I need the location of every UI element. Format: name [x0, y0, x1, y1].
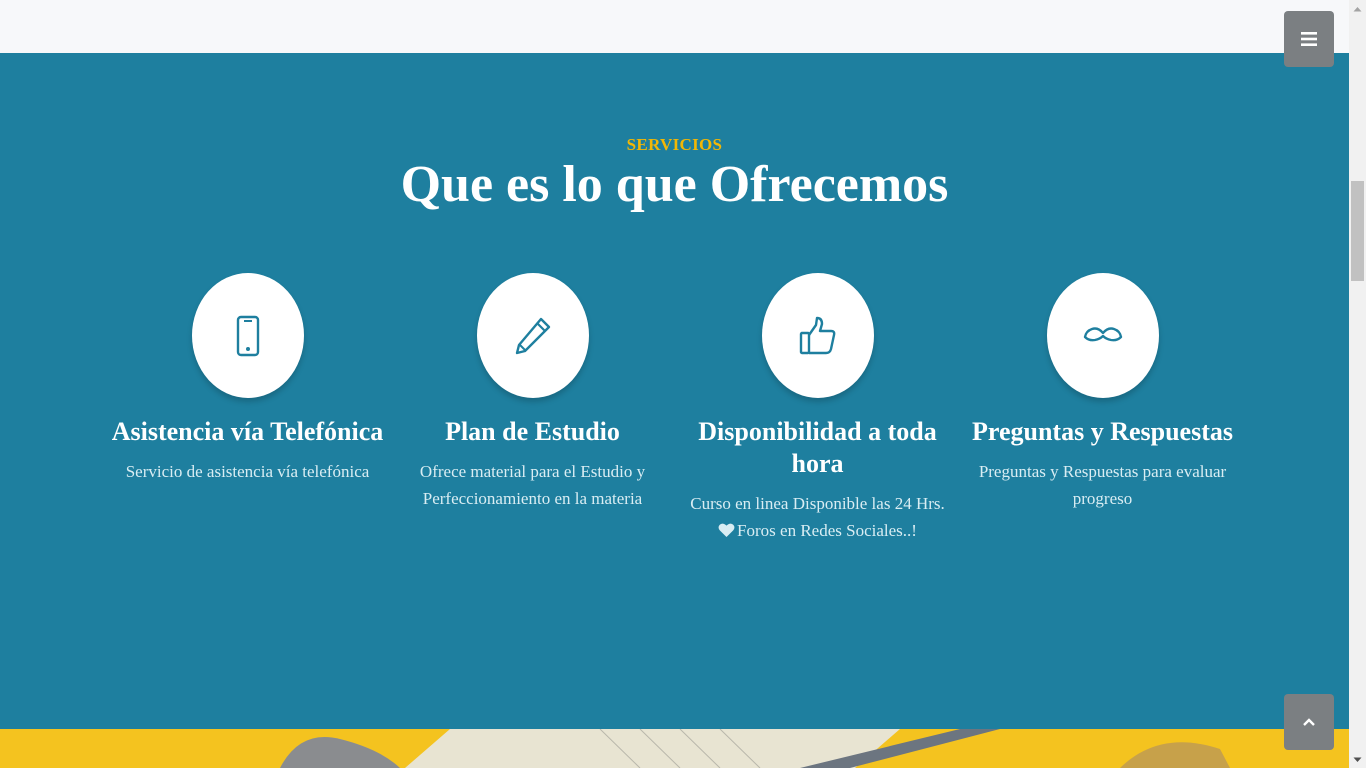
service-icon-circle: [1046, 273, 1159, 398]
service-description: Curso en linea Disponible las 24 Hrs. Fo…: [675, 490, 960, 544]
heart-icon: [718, 523, 735, 537]
hamburger-menu-icon: [1301, 32, 1317, 46]
service-card-questions-answers: Preguntas y Respuestas Preguntas y Respu…: [960, 273, 1245, 512]
service-card-availability: Disponibilidad a toda hora Curso en line…: [675, 273, 960, 544]
service-description-line: Perfeccionamiento en la materia: [422, 489, 643, 508]
service-description-line: Ofrece material para el Estudio y: [419, 462, 646, 481]
chevron-up-icon: [1303, 718, 1315, 726]
service-title: Plan de Estudio: [445, 417, 620, 446]
service-description: Ofrece material para el Estudio y Perfec…: [390, 458, 675, 512]
service-icon-circle: [761, 273, 874, 398]
service-description: Preguntas y Respuestas para evaluar prog…: [960, 458, 1245, 512]
back-to-top-button[interactable]: [1284, 694, 1334, 750]
service-icon-circle: [476, 273, 589, 398]
service-description-line: Curso en linea Disponible las 24 Hrs.: [690, 494, 945, 513]
service-card-study-plan: Plan de Estudio Ofrece material para el …: [390, 273, 675, 512]
service-title-line: hora: [791, 449, 844, 478]
service-title-line: Disponibilidad a toda: [698, 417, 937, 446]
service-description: Servicio de asistencia vía telefónica: [105, 458, 390, 485]
page-scrollbar[interactable]: [1349, 0, 1366, 768]
service-title: Disponibilidad a toda hora: [675, 416, 960, 480]
thumbs-up-icon: [799, 316, 835, 354]
service-description-line: progreso: [1072, 489, 1133, 508]
scrollbar-thumb[interactable]: [1351, 181, 1364, 281]
footer-background-image: [0, 729, 1349, 768]
mustache-icon: [1083, 326, 1122, 341]
top-header-strip: [0, 0, 1349, 53]
scroll-down-arrow-icon[interactable]: [1349, 751, 1366, 768]
service-description-line: Foros en Redes Sociales..!: [737, 521, 917, 540]
service-title: Asistencia vía Telefónica: [111, 417, 384, 446]
service-description-line: Preguntas y Respuestas para evaluar: [978, 462, 1227, 481]
service-icon-circle: [191, 273, 304, 398]
pencil-icon: [515, 317, 550, 354]
service-card-phone-assistance: Asistencia vía Telefónica Servicio de as…: [105, 273, 390, 485]
section-eyebrow: SERVICIOS: [626, 135, 723, 154]
mobile-phone-icon: [236, 315, 259, 356]
menu-button[interactable]: [1284, 11, 1334, 67]
scroll-up-arrow-icon[interactable]: [1349, 0, 1366, 17]
service-description-line: Servicio de asistencia vía telefónica: [125, 462, 370, 481]
section-title: Que es lo que Ofrecemos: [400, 156, 949, 213]
service-title: Preguntas y Respuestas: [972, 417, 1233, 446]
